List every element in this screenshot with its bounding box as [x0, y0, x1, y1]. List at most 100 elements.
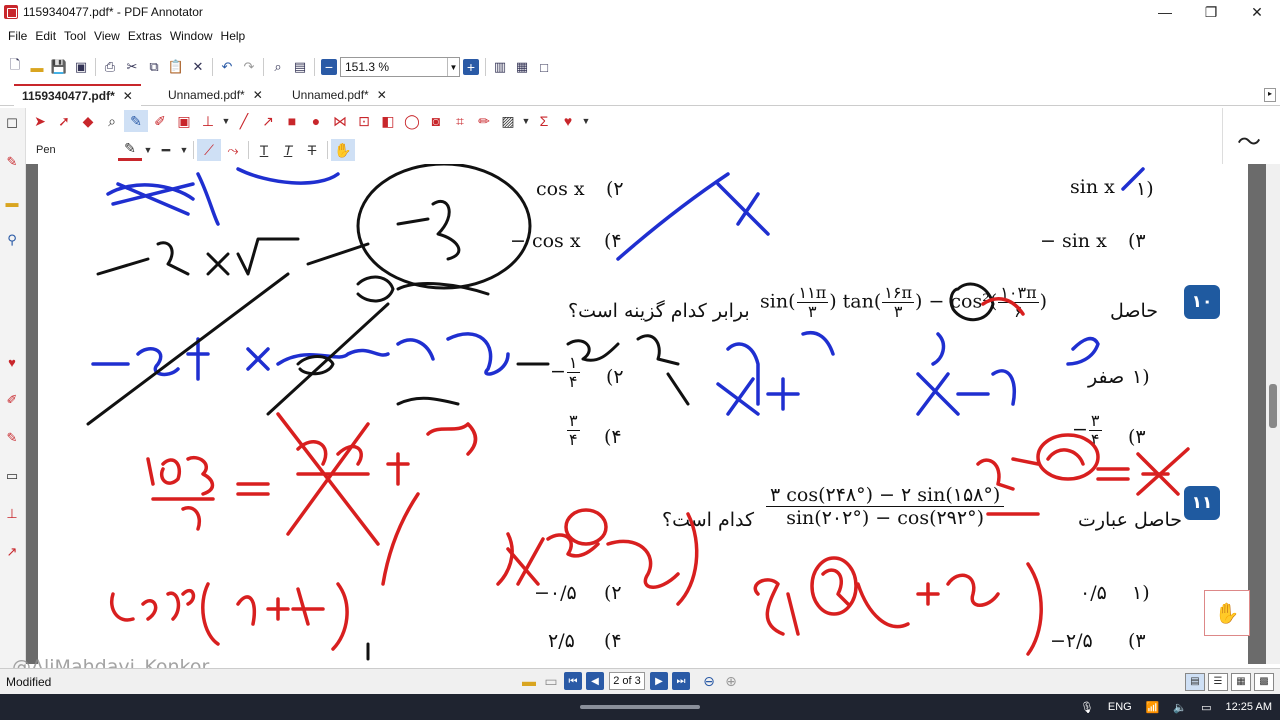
arrow-line-icon[interactable]: ↗ — [4, 544, 20, 560]
undo-icon[interactable]: ↶ — [216, 56, 238, 78]
maximize-button[interactable]: ❐ — [1188, 0, 1234, 24]
volume-icon[interactable]: 🔈 — [1173, 701, 1187, 714]
stamp-icon[interactable]: ⊥ — [4, 506, 20, 522]
cut-icon[interactable]: ✂ — [121, 56, 143, 78]
lasso-icon[interactable]: ◯ — [400, 110, 424, 132]
chevron-down-icon[interactable]: ▼ — [580, 110, 592, 132]
facing-view-icon[interactable]: ▦ — [1231, 673, 1251, 691]
tab-unnamed-2[interactable]: Unnamed.pdf* ✕ — [284, 84, 395, 106]
eraser-icon[interactable]: ◆ — [76, 110, 100, 132]
print-icon[interactable]: ⎙ — [99, 56, 121, 78]
select-arrow-icon[interactable]: ➤ — [28, 110, 52, 132]
palm-rejection-icon[interactable]: ✋ — [331, 139, 355, 161]
panel-toggle-icon[interactable]: ☐ — [4, 116, 20, 132]
pdf-page[interactable]: sin x ۱) cos x (۲ − sin x (۳ − cos x (۴ … — [38, 164, 1248, 664]
fit-page-icon[interactable]: ▥ — [489, 56, 511, 78]
sticky-note-icon[interactable]: ◧ — [376, 110, 400, 132]
battery-icon[interactable]: ▭ — [1201, 701, 1211, 714]
image-icon[interactable]: ▨ — [496, 110, 520, 132]
line-width-icon[interactable]: ━ — [154, 139, 178, 161]
straighten-pen-icon[interactable]: ⤳ — [221, 139, 245, 161]
pen-favorite-icon[interactable]: ✎ — [4, 154, 20, 170]
text-italic-icon[interactable]: T — [276, 139, 300, 161]
save-as-icon[interactable]: ▣ — [70, 56, 92, 78]
sigma-formula-icon[interactable]: Σ — [532, 110, 556, 132]
back-icon[interactable]: ⊖ — [700, 672, 718, 690]
save-icon[interactable]: 💾 — [48, 56, 70, 78]
next-page-button[interactable]: ▶ — [650, 672, 668, 690]
text-box-tool-icon[interactable]: ▣ — [172, 110, 196, 132]
rectangle-tool-icon[interactable]: ■ — [280, 110, 304, 132]
tab-scroll-chevron-icon[interactable]: ▸ — [1264, 88, 1276, 102]
ellipse-tool-icon[interactable]: ● — [304, 110, 328, 132]
chevron-down-icon[interactable]: ▼ — [220, 110, 232, 132]
polygon-tool-icon[interactable]: ⋈ — [328, 110, 352, 132]
previous-page-button[interactable]: ◀ — [586, 672, 604, 690]
copy-icon[interactable]: ⧉ — [143, 56, 165, 78]
facing-continuous-view-icon[interactable]: ▩ — [1254, 673, 1274, 691]
single-page-view-icon[interactable]: ▤ — [1185, 673, 1205, 691]
minimize-button[interactable]: — — [1142, 0, 1188, 24]
layout-icon[interactable]: ▤ — [289, 56, 311, 78]
highlighter-icon[interactable]: ✎ — [4, 430, 20, 446]
line-tool-icon[interactable]: ╱ — [232, 110, 256, 132]
fullscreen-icon[interactable]: □ — [533, 56, 555, 78]
menu-help[interactable]: Help — [217, 29, 250, 43]
fit-width-icon[interactable]: ▦ — [511, 56, 533, 78]
menu-file[interactable]: File — [4, 29, 31, 43]
bookmark-icon[interactable]: ▬ — [520, 672, 538, 690]
zoom-combobox[interactable]: 151.3 % ▼ — [340, 57, 460, 77]
chevron-down-icon[interactable]: ▼ — [178, 139, 190, 161]
scrollbar-thumb[interactable] — [1269, 384, 1277, 428]
tab-unnamed-1[interactable]: Unnamed.pdf* ✕ — [160, 84, 271, 106]
zoom-out-button[interactable]: − — [321, 59, 337, 75]
pen-tool-icon[interactable]: ✎ — [124, 110, 148, 132]
taskbar-handle[interactable] — [580, 705, 700, 709]
paste-icon[interactable]: 📋 — [165, 56, 187, 78]
microphone-icon[interactable]: 🎙 — [1080, 701, 1094, 714]
close-tab-icon[interactable]: ✕ — [253, 88, 263, 102]
document-viewport[interactable]: sin x ۱) cos x (۲ − sin x (۳ − cos x (۴ … — [26, 164, 1266, 664]
crop-icon[interactable]: ⌗ — [448, 110, 472, 132]
marker-icon[interactable]: ✐ — [4, 392, 20, 408]
pen-color-icon[interactable]: ✎ — [118, 139, 142, 161]
find-binoculars-icon[interactable]: ⌕ — [267, 56, 289, 78]
close-tab-icon[interactable]: ✕ — [377, 88, 387, 102]
text-box-icon[interactable]: ▭ — [4, 468, 20, 484]
thumbnails-icon[interactable]: ▭ — [542, 672, 560, 690]
vertical-scrollbar[interactable] — [1266, 164, 1280, 664]
attachment-icon[interactable]: ⚲ — [4, 232, 20, 248]
close-window-button[interactable]: ✕ — [1234, 0, 1280, 24]
delete-icon[interactable]: ✕ — [187, 56, 209, 78]
text-strike-icon[interactable]: T — [300, 139, 324, 161]
continuous-view-icon[interactable]: ☰ — [1208, 673, 1228, 691]
wifi-icon[interactable]: 📶 — [1146, 701, 1160, 714]
menu-view[interactable]: View — [90, 29, 124, 43]
clock-text[interactable]: 12:25 AM — [1226, 701, 1272, 713]
edit-pencil-icon[interactable]: ✏ — [472, 110, 496, 132]
highlighter-tool-icon[interactable]: ✐ — [148, 110, 172, 132]
chevron-down-icon[interactable]: ▼ — [447, 58, 459, 76]
magnifier-icon[interactable]: ⌕ — [100, 110, 124, 132]
menu-tool[interactable]: Tool — [60, 29, 90, 43]
smooth-pen-icon[interactable]: ⟋ — [197, 139, 221, 161]
text-normal-icon[interactable]: T — [252, 139, 276, 161]
open-folder-icon[interactable]: ▬ — [26, 56, 48, 78]
hand-tool-button[interactable]: ✋ — [1204, 590, 1250, 636]
chevron-down-icon[interactable]: ▼ — [520, 110, 532, 132]
last-page-button[interactable]: ⏭ — [672, 672, 690, 690]
heart-stamp-icon[interactable]: ♥ — [4, 354, 20, 370]
menu-extras[interactable]: Extras — [124, 29, 166, 43]
redo-icon[interactable]: ↷ — [238, 56, 260, 78]
camera-icon[interactable]: ◙ — [424, 110, 448, 132]
tab-1159340477[interactable]: 1159340477.pdf* ✕ — [14, 84, 141, 106]
language-indicator[interactable]: ENG — [1108, 701, 1132, 713]
menu-window[interactable]: Window — [166, 29, 217, 43]
menu-edit[interactable]: Edit — [31, 29, 60, 43]
ruler-tool-icon[interactable]: ⊡ — [352, 110, 376, 132]
stamp-tool-icon[interactable]: ⊥ — [196, 110, 220, 132]
forward-icon[interactable]: ⊕ — [722, 672, 740, 690]
select-text-icon[interactable]: ➚ — [52, 110, 76, 132]
page-number-field[interactable]: 2 of 3 — [609, 672, 645, 690]
chevron-down-icon[interactable]: ▼ — [142, 139, 154, 161]
